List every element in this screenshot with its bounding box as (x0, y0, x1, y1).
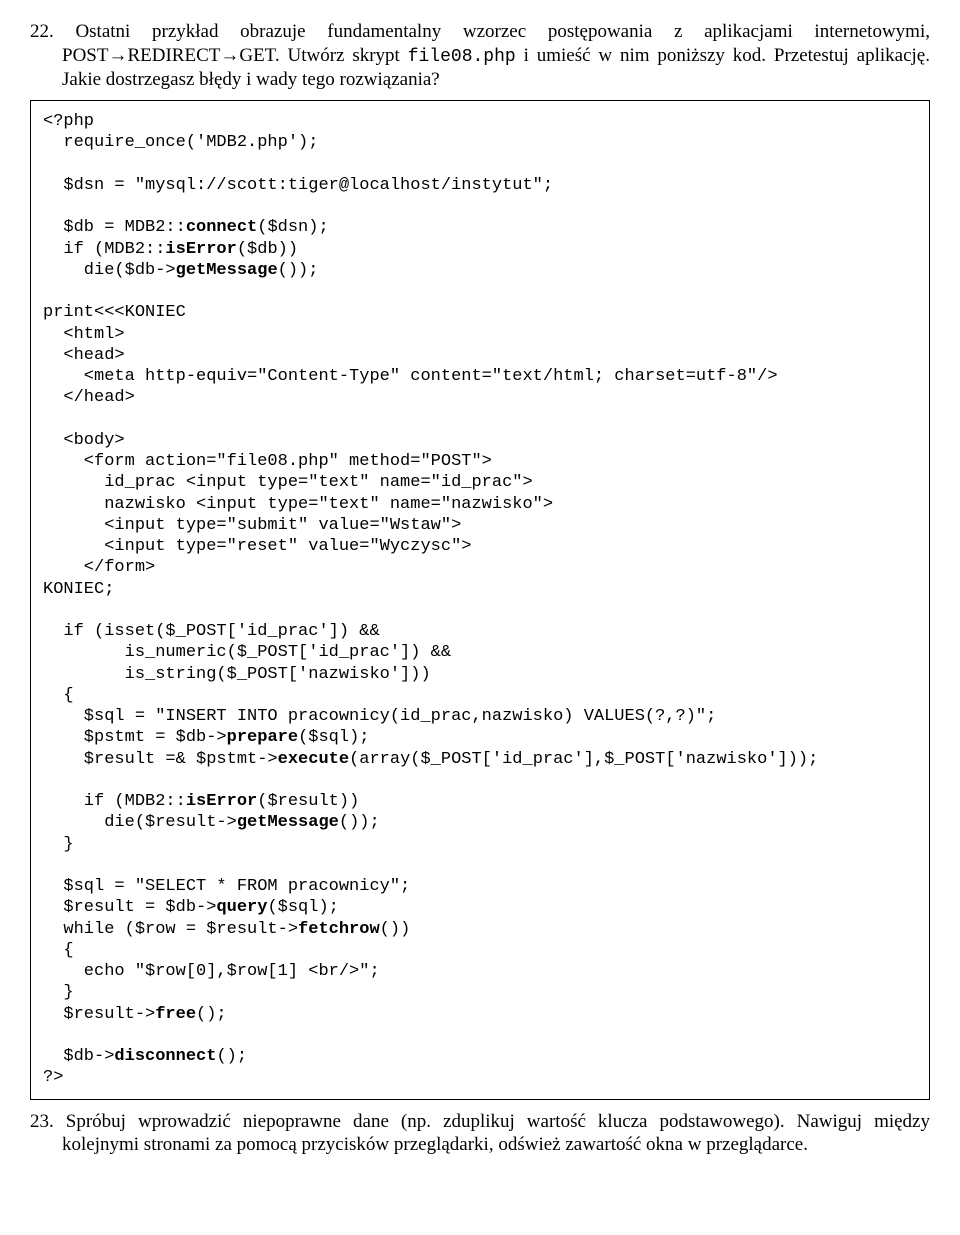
code-line: KONIEC; (43, 580, 114, 599)
code-line: $pstmt = $db-> (43, 728, 227, 747)
code-line: nazwisko <input type="text" name="nazwis… (43, 495, 553, 514)
code-line: while ($row = $result-> (43, 920, 298, 939)
code-line: <head> (43, 346, 125, 365)
code-bold: isError (186, 792, 257, 811)
code-line: <input type="reset" value="Wyczysc"> (43, 537, 471, 556)
code-line: $result =& $pstmt-> (43, 750, 278, 769)
code-line: ($db)) (237, 240, 298, 259)
question-23: 23. Spróbuj wprowadzić niepoprawne dane … (30, 1110, 930, 1158)
code-bold: getMessage (237, 813, 339, 832)
code-line: if (isset($_POST['id_prac']) && (43, 622, 380, 641)
q22-filename: file08.php (408, 47, 516, 67)
code-line: $dsn = "mysql://scott:tiger@localhost/in… (43, 176, 553, 195)
code-line: <input type="submit" value="Wstaw"> (43, 516, 461, 535)
code-line: id_prac <input type="text" name="id_prac… (43, 473, 533, 492)
code-line: (); (196, 1005, 227, 1024)
code-line: </form> (43, 558, 155, 577)
code-line: (array($_POST['id_prac'],$_POST['nazwisk… (349, 750, 818, 769)
code-line: <form action="file08.php" method="POST"> (43, 452, 492, 471)
code-line: (); (216, 1047, 247, 1066)
code-line: <html> (43, 325, 125, 344)
code-bold: fetchrow (298, 920, 380, 939)
code-line: <?php (43, 112, 94, 131)
code-line: if (MDB2:: (43, 240, 165, 259)
code-line: $db = MDB2:: (43, 218, 186, 237)
code-line: is_numeric($_POST['id_prac']) && (43, 643, 451, 662)
code-line: ($sql); (298, 728, 369, 747)
code-line: { (43, 686, 74, 705)
code-line: ($dsn); (257, 218, 328, 237)
code-line: </head> (43, 388, 135, 407)
code-line: require_once('MDB2.php'); (43, 133, 318, 152)
code-line: } (43, 983, 74, 1002)
code-line: $result = $db-> (43, 898, 216, 917)
code-line: $db-> (43, 1047, 114, 1066)
q22-number: 22. (30, 21, 75, 42)
code-line: <meta http-equiv="Content-Type" content=… (43, 367, 778, 386)
code-line: is_string($_POST['nazwisko'])) (43, 665, 431, 684)
code-line: $result-> (43, 1005, 155, 1024)
code-bold: free (155, 1005, 196, 1024)
code-listing: <?php require_once('MDB2.php'); $dsn = "… (30, 100, 930, 1100)
q23-number: 23. (30, 1111, 66, 1132)
question-22: 22. Ostatni przykład obrazuje fundamenta… (30, 20, 930, 92)
code-bold: disconnect (114, 1047, 216, 1066)
code-bold: prepare (227, 728, 298, 747)
code-line: ()); (278, 261, 319, 280)
code-bold: getMessage (176, 261, 278, 280)
code-line: <body> (43, 431, 125, 450)
code-line: die($result-> (43, 813, 237, 832)
code-bold: isError (165, 240, 236, 259)
code-line: if (MDB2:: (43, 792, 186, 811)
code-bold: connect (186, 218, 257, 237)
code-line: ($result)) (257, 792, 359, 811)
code-line: print<<<KONIEC (43, 303, 186, 322)
code-line: ($sql); (267, 898, 338, 917)
code-line: ?> (43, 1068, 63, 1087)
code-line: } (43, 835, 74, 854)
q23-text: Spróbuj wprowadzić niepoprawne dane (np.… (62, 1111, 930, 1156)
code-line: $sql = "INSERT INTO pracownicy(id_prac,n… (43, 707, 716, 726)
code-line: ()) (380, 920, 411, 939)
code-line: $sql = "SELECT * FROM pracownicy"; (43, 877, 410, 896)
code-line: echo "$row[0],$row[1] <br/>"; (43, 962, 380, 981)
code-bold: query (216, 898, 267, 917)
code-line: die($db-> (43, 261, 176, 280)
code-line: ()); (339, 813, 380, 832)
code-line: { (43, 941, 74, 960)
code-bold: execute (278, 750, 349, 769)
